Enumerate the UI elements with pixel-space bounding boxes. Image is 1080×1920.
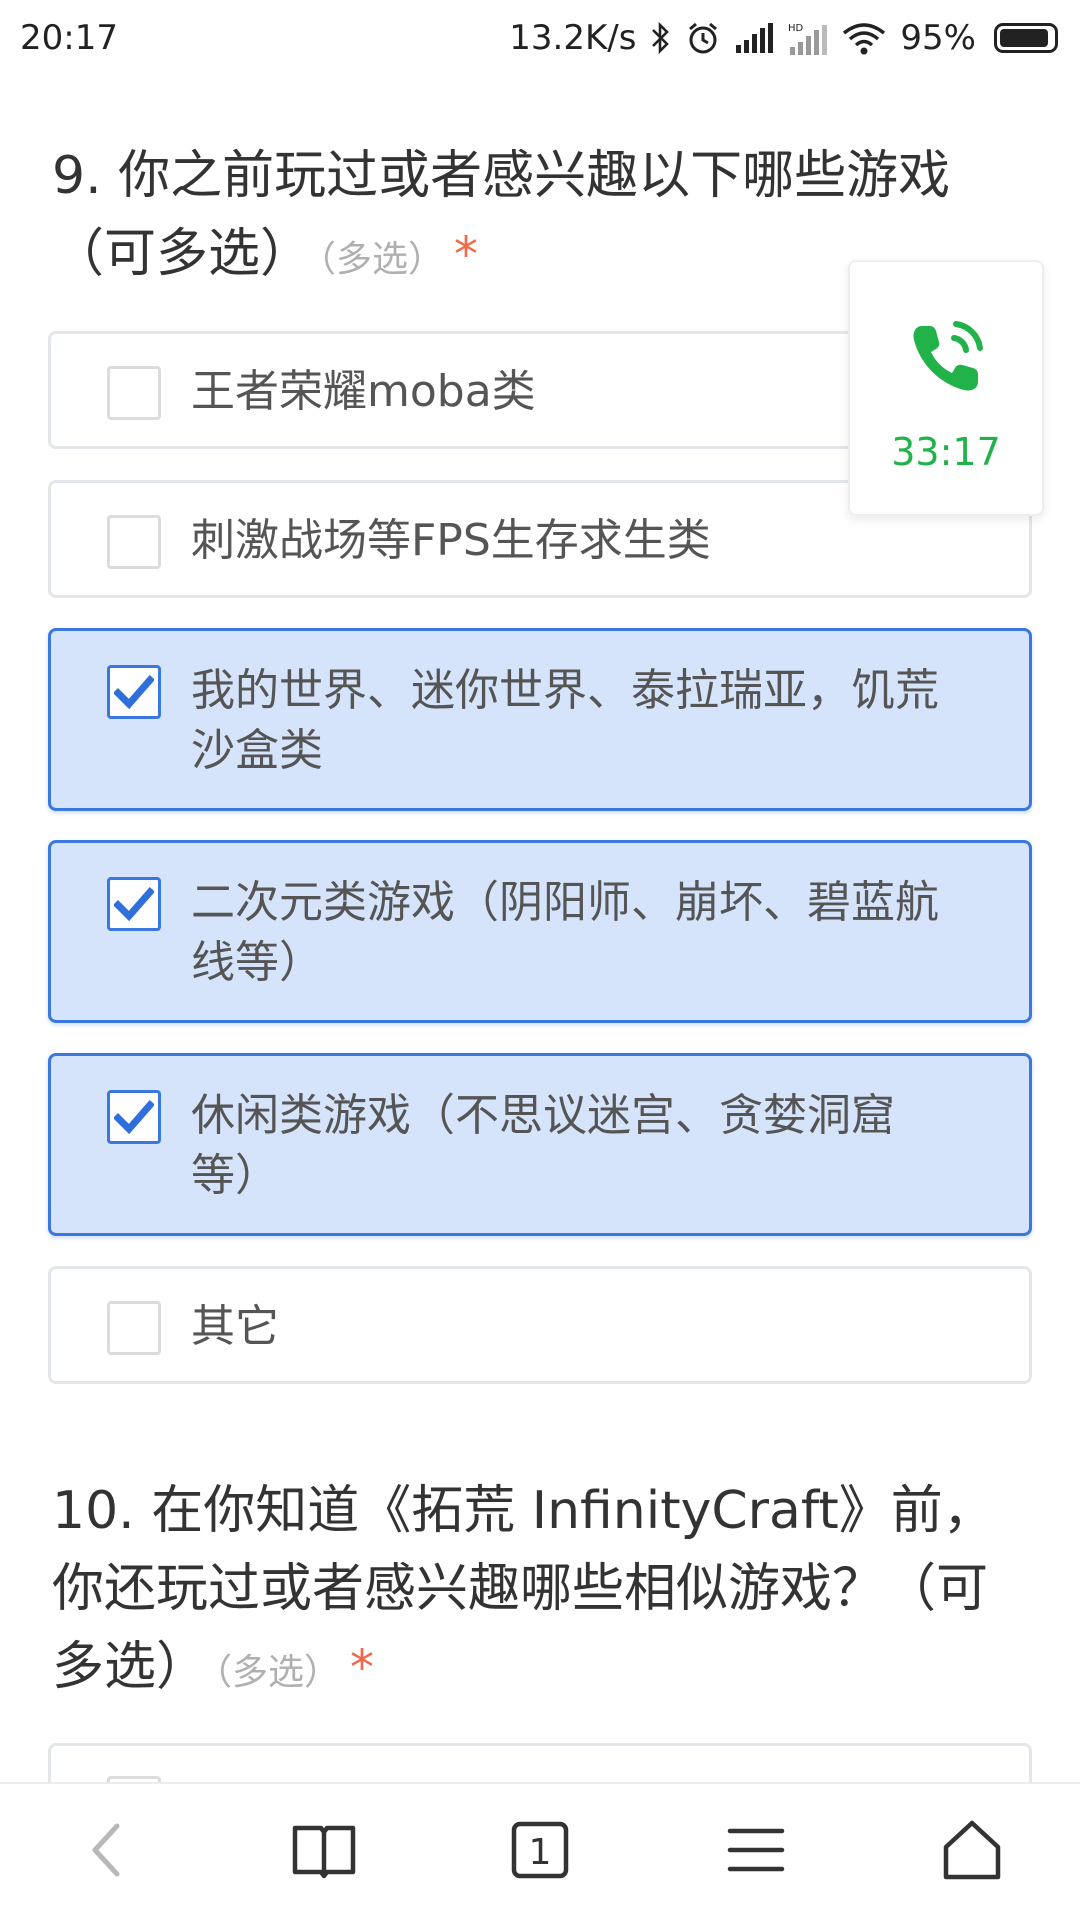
checkbox-checked[interactable] <box>107 877 161 931</box>
svg-text:HD: HD <box>788 23 804 34</box>
bookmarks-icon <box>291 1820 357 1884</box>
option-item[interactable]: 休闲类游戏（不思议迷宫、贪婪洞窟等） <box>48 1053 1032 1236</box>
required-mark: * <box>350 1640 375 1696</box>
multi-select-tag: （多选） <box>214 1652 341 1693</box>
option-label: 王者荣耀moba类 <box>191 366 536 417</box>
browser-bottom-nav: 1 <box>0 1782 1080 1920</box>
checkmark-icon <box>114 675 154 710</box>
back-icon <box>83 1820 133 1884</box>
question-10-title: 10. 在你知道《拓荒 InfinityCraft》前，你还玩过或者感兴趣哪些相… <box>52 1472 1012 1712</box>
wifi-icon <box>842 21 886 55</box>
call-timer: 33:17 <box>891 430 1001 474</box>
option-item[interactable]: 我的世界、迷你世界、泰拉瑞亚，饥荒沙盒类 <box>48 628 1032 811</box>
option-label: 休闲类游戏（不思议迷宫、贪婪洞窟等） <box>191 1090 895 1201</box>
required-mark: * <box>454 227 479 283</box>
back-button[interactable] <box>48 1802 168 1902</box>
hd-signal-icon: HD <box>788 21 828 55</box>
bluetooth-icon <box>650 21 672 55</box>
tabs-button[interactable]: 1 <box>480 1802 600 1902</box>
signal-icon <box>734 23 774 53</box>
question-10-text: 10. 在你知道《拓荒 InfinityCraft》前，你还玩过或者感兴趣哪些相… <box>52 1481 995 1697</box>
multi-select-tag: （多选） <box>318 239 445 280</box>
menu-button[interactable] <box>696 1802 816 1902</box>
question-9-text: 9. 你之前玩过或者感兴趣以下哪些游戏（可多选） <box>52 146 951 284</box>
home-button[interactable] <box>912 1802 1032 1902</box>
home-icon <box>940 1819 1004 1885</box>
option-label: 刺激战场等FPS生存求生类 <box>191 515 711 566</box>
phone-call-icon <box>902 312 992 406</box>
checkbox[interactable] <box>107 366 161 420</box>
survey-page: 20:17 13.2K/s HD 95% 9. 你之前玩过或者感兴趣以下哪些游戏… <box>0 0 1080 1920</box>
option-item[interactable]: 二次元类游戏（阴阳师、崩坏、碧蓝航线等） <box>48 840 1032 1023</box>
checkbox[interactable] <box>107 1301 161 1355</box>
option-label: 二次元类游戏（阴阳师、崩坏、碧蓝航线等） <box>191 877 939 988</box>
call-floating-bubble[interactable]: 33:17 <box>848 260 1044 516</box>
battery-percent: 95% <box>900 18 976 58</box>
checkmark-icon <box>114 1100 154 1135</box>
status-time: 20:17 <box>20 18 118 58</box>
tab-count: 1 <box>528 1831 552 1873</box>
network-speed: 13.2K/s <box>509 18 637 58</box>
status-icons: 13.2K/s HD 95% <box>509 18 1058 58</box>
alarm-icon <box>686 21 720 55</box>
menu-icon <box>726 1825 786 1879</box>
option-label: 其它 <box>191 1301 279 1352</box>
checkbox[interactable] <box>107 515 161 569</box>
checkbox-checked[interactable] <box>107 1090 161 1144</box>
checkmark-icon <box>114 887 154 922</box>
status-bar: 20:17 13.2K/s HD 95% <box>0 0 1080 76</box>
bookmarks-button[interactable] <box>264 1802 384 1902</box>
battery-icon <box>994 23 1058 53</box>
option-label: 我的世界、迷你世界、泰拉瑞亚，饥荒沙盒类 <box>191 665 939 776</box>
checkbox-checked[interactable] <box>107 665 161 719</box>
option-item[interactable]: 其它 <box>48 1266 1032 1384</box>
